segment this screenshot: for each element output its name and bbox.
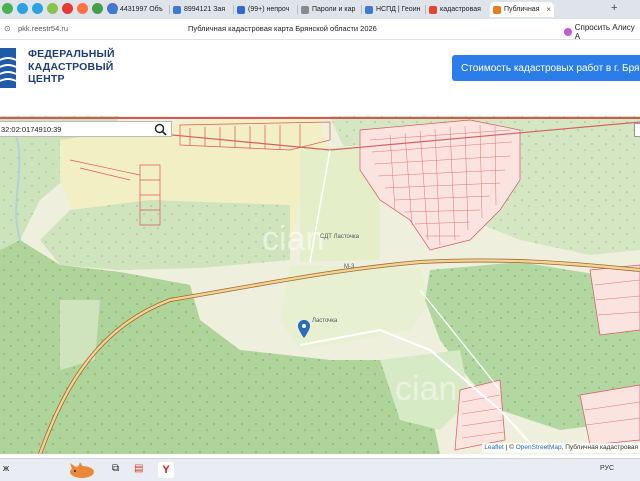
keyboard-language[interactable]: РУС xyxy=(600,465,614,472)
tab-label: (99+) непроч xyxy=(248,6,290,13)
browser-tab[interactable]: 4431997 Объ xyxy=(106,2,168,17)
address-bar: ⊙ pkk.reestr54.ru Публичная кадастровая … xyxy=(0,19,640,41)
tab-favicon-icon xyxy=(493,5,501,14)
tab-favicon-icon xyxy=(109,5,117,14)
pinned-tabs xyxy=(2,3,118,16)
tab-favicon-icon xyxy=(237,5,245,14)
pinned-tab-icon[interactable] xyxy=(47,3,58,14)
tab-favicon-icon xyxy=(429,5,437,14)
svg-text:cian: cian xyxy=(395,370,457,408)
map-attribution: Leaflet | © OpenStreetMap, Публичная кад… xyxy=(482,443,640,453)
os-taskbar: ж ⧉ ▤ Y РУС xyxy=(0,458,640,481)
fcc-logo-icon[interactable] xyxy=(0,48,16,88)
cadastral-price-button[interactable]: Стоимость кадастровых работ в г. Брянс xyxy=(452,55,640,81)
pinned-tab-icon[interactable] xyxy=(62,3,73,14)
taskbar-search-text[interactable]: ж xyxy=(3,463,9,473)
browser-tab-active[interactable]: Публичная × xyxy=(490,2,554,17)
map-label-lastochka: Ласточка xyxy=(312,318,338,324)
tab-label: 4431997 Объ xyxy=(120,6,163,13)
map-layer-control[interactable] xyxy=(634,123,640,137)
search-icon[interactable] xyxy=(154,123,167,136)
lock-icon[interactable]: ⊙ xyxy=(4,24,11,33)
browser-tab[interactable]: кадастровая xyxy=(426,2,488,17)
cadastral-search-input[interactable] xyxy=(0,122,151,136)
browser-tab-bar: 4431997 Объ 8994121 Зая (99+) непроч Пар… xyxy=(0,0,640,19)
tab-label: 8994121 Зая xyxy=(184,6,226,13)
attribution-text: , Публичная кадастровая xyxy=(561,444,638,451)
browser-tab[interactable]: (99+) непроч xyxy=(234,2,296,17)
osm-link[interactable]: OpenStreetMap xyxy=(516,444,562,451)
map-label-road: М-3 xyxy=(344,264,355,270)
map-canvas[interactable]: cian cian xyxy=(0,116,640,454)
cadastral-search-box[interactable] xyxy=(0,121,172,137)
pinned-tab-icon[interactable] xyxy=(77,3,88,14)
site-logo-text[interactable]: ФЕДЕРАЛЬНЫЙ КАДАСТРОВЫЙ ЦЕНТР xyxy=(28,48,115,86)
page-title: Публичная кадастровая карта Брянской обл… xyxy=(188,24,377,33)
browser-tab[interactable]: 8994121 Зая xyxy=(170,2,232,17)
logo-line: КАДАСТРОВЫЙ xyxy=(28,60,114,73)
ask-alisa-label: Спросить Алису А xyxy=(574,23,635,41)
tab-favicon-icon xyxy=(301,5,309,14)
alisa-icon xyxy=(564,28,572,36)
logo-line: ЦЕНТР xyxy=(28,73,65,85)
tab-close-icon[interactable]: × xyxy=(546,5,551,14)
pinned-tab-icon[interactable] xyxy=(2,3,13,14)
browser-tab[interactable]: НСПД | Геоин xyxy=(362,2,424,17)
taskbar-app-icon[interactable]: ⧉ xyxy=(112,463,119,474)
logo-line: ФЕДЕРАЛЬНЫЙ xyxy=(28,48,115,60)
tab-label: Публичная xyxy=(504,6,540,13)
attribution-separator: | © xyxy=(503,444,516,451)
tab-label: НСПД | Геоин xyxy=(376,6,421,13)
tab-favicon-icon xyxy=(365,5,373,14)
cadastral-map[interactable]: cian cian xyxy=(0,116,640,454)
taskbar-app-icon[interactable]: ▤ xyxy=(134,463,143,474)
browser-tab[interactable]: Пароли и кар xyxy=(298,2,360,17)
yandex-browser-icon[interactable]: Y xyxy=(158,462,174,478)
tab-label: Пароли и кар xyxy=(312,6,356,13)
address-url[interactable]: pkk.reestr54.ru xyxy=(18,24,68,33)
pinned-tab-icon[interactable] xyxy=(32,3,43,14)
pinned-tab-icon[interactable] xyxy=(92,3,103,14)
leaflet-link[interactable]: Leaflet xyxy=(484,444,504,451)
fox-widget-icon[interactable] xyxy=(64,461,100,479)
map-label-sdt: СДТ Ласточка xyxy=(320,234,359,240)
pinned-tab-icon[interactable] xyxy=(17,3,28,14)
svg-text:cian: cian xyxy=(262,220,324,258)
new-tab-button[interactable]: + xyxy=(611,2,617,14)
ask-alisa-button[interactable]: Спросить Алису А xyxy=(564,23,640,41)
tab-favicon-icon xyxy=(173,5,181,14)
tab-label: кадастровая xyxy=(440,6,481,13)
